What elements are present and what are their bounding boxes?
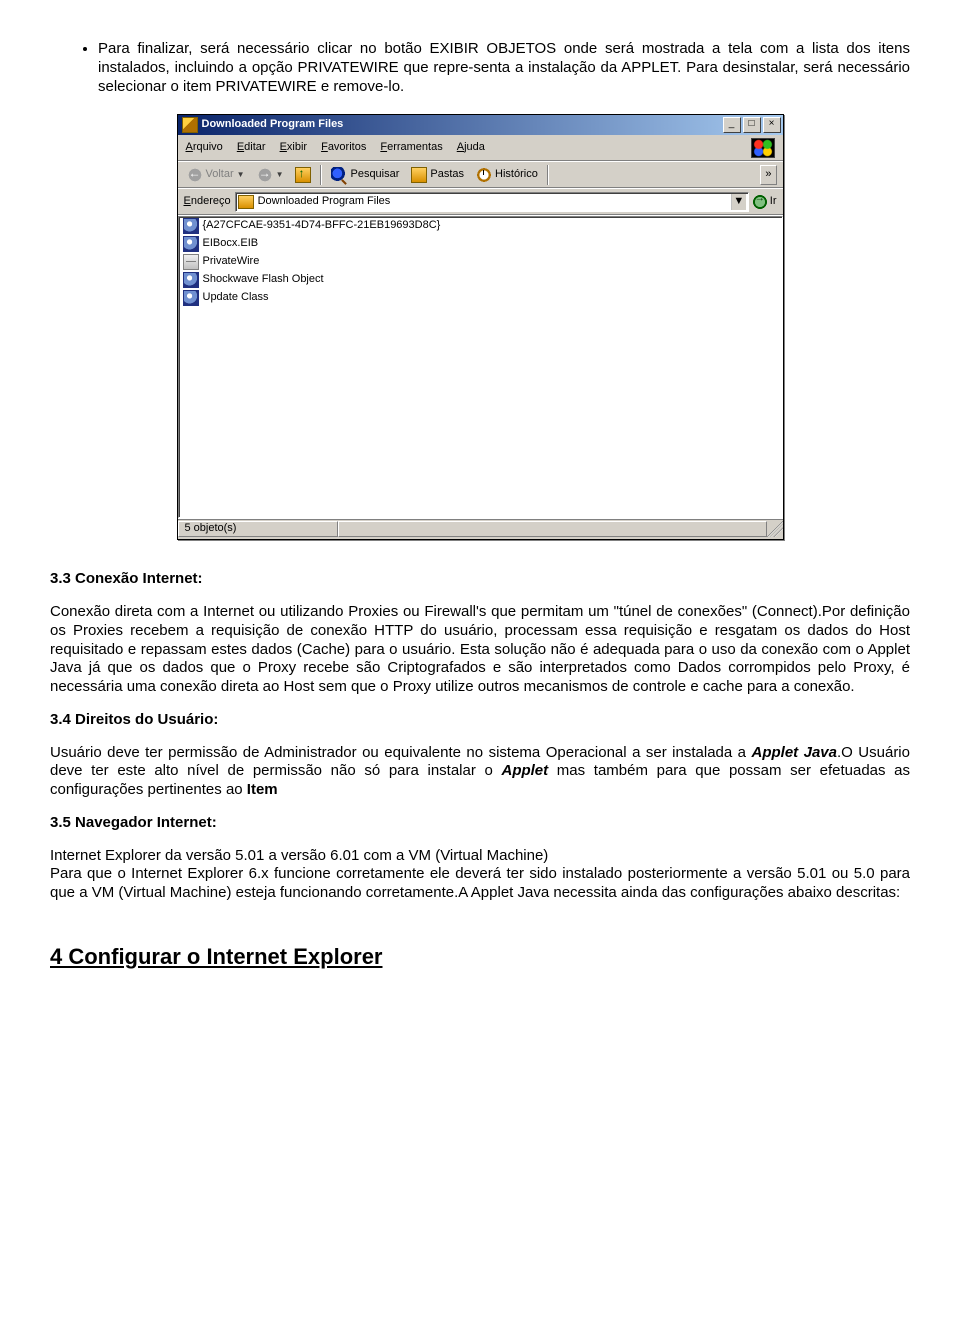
- address-dropdown[interactable]: ▼: [731, 194, 746, 210]
- search-label: Pesquisar: [350, 168, 399, 182]
- folder-icon: [238, 195, 254, 209]
- maximize-button[interactable]: □: [743, 117, 761, 133]
- body-3-3: Conexão direta com a Internet ou utiliza…: [50, 603, 910, 697]
- heading-3-4: 3.4 Direitos do Usuário:: [50, 711, 910, 730]
- back-label: Voltar: [206, 168, 234, 182]
- address-value: Downloaded Program Files: [258, 195, 727, 209]
- file-list[interactable]: {A27CFCAE-9351-4D74-BFFC-21EB19693D8C} E…: [178, 216, 783, 518]
- history-label: Histórico: [495, 168, 538, 182]
- resize-grip[interactable]: [767, 521, 783, 537]
- folders-button[interactable]: Pastas: [408, 166, 467, 184]
- menu-view[interactable]: Exibir: [280, 141, 308, 155]
- menu-file[interactable]: Arquivo: [186, 141, 223, 155]
- go-label: Ir: [770, 195, 777, 209]
- forward-icon: [257, 167, 273, 183]
- component-icon: [183, 218, 199, 234]
- explorer-window: Downloaded Program Files _ □ × Arquivo E…: [177, 114, 784, 540]
- component-icon: [183, 290, 199, 306]
- minimize-button[interactable]: _: [723, 117, 741, 133]
- status-count: 5 objeto(s): [178, 521, 338, 537]
- address-label: Endereço: [184, 195, 231, 209]
- body-3-5-line1: Internet Explorer da versão 5.01 a versã…: [50, 847, 910, 866]
- component-icon: [183, 236, 199, 252]
- forward-button[interactable]: ▼: [254, 166, 287, 184]
- list-item[interactable]: Shockwave Flash Object: [179, 271, 782, 289]
- windows-logo-icon: [751, 138, 775, 158]
- menu-help[interactable]: Ajuda: [457, 141, 485, 155]
- folders-label: Pastas: [430, 168, 464, 182]
- list-item[interactable]: Update Class: [179, 289, 782, 307]
- search-icon: [331, 167, 347, 183]
- close-button[interactable]: ×: [763, 117, 781, 133]
- search-button[interactable]: Pesquisar: [328, 166, 402, 184]
- folders-icon: [411, 167, 427, 183]
- toolbar: Voltar ▼ ▼ Pesquisar Pastas Histórico »: [178, 162, 783, 189]
- window-title: Downloaded Program Files: [202, 118, 723, 132]
- heading-4: 4 Configurar o Internet Explorer: [50, 943, 910, 971]
- back-button[interactable]: Voltar ▼: [184, 166, 248, 184]
- list-item[interactable]: EIBocx.EIB: [179, 235, 782, 253]
- component-icon: [183, 254, 199, 270]
- status-extra: [338, 521, 767, 537]
- menu-tools[interactable]: Ferramentas: [380, 141, 442, 155]
- history-icon: [476, 167, 492, 183]
- toolbar-overflow[interactable]: »: [760, 165, 776, 185]
- menu-edit[interactable]: Editar: [237, 141, 266, 155]
- history-button[interactable]: Histórico: [473, 166, 541, 184]
- list-item[interactable]: PrivateWire: [179, 253, 782, 271]
- up-icon: [295, 167, 311, 183]
- go-icon: [753, 195, 767, 209]
- heading-3-5: 3.5 Navegador Internet:: [50, 814, 910, 833]
- titlebar[interactable]: Downloaded Program Files _ □ ×: [178, 115, 783, 135]
- bullet-item: Para finalizar, será necessário clicar n…: [98, 40, 910, 96]
- up-button[interactable]: [292, 166, 314, 184]
- back-icon: [187, 167, 203, 183]
- body-3-4: Usuário deve ter permissão de Administra…: [50, 744, 910, 800]
- heading-3-3: 3.3 Conexão Internet:: [50, 570, 910, 589]
- list-item[interactable]: {A27CFCAE-9351-4D74-BFFC-21EB19693D8C}: [179, 217, 782, 235]
- go-button[interactable]: Ir: [753, 195, 777, 209]
- menu-favorites[interactable]: Favoritos: [321, 141, 366, 155]
- menubar: Arquivo Editar Exibir Favoritos Ferramen…: [178, 135, 783, 162]
- address-field[interactable]: Downloaded Program Files ▼: [235, 192, 749, 212]
- body-3-5-line2: Para que o Internet Explorer 6.x funcion…: [50, 865, 910, 903]
- address-bar: Endereço Downloaded Program Files ▼ Ir: [178, 189, 783, 216]
- folder-icon: [182, 117, 198, 133]
- statusbar: 5 objeto(s): [178, 518, 783, 539]
- component-icon: [183, 272, 199, 288]
